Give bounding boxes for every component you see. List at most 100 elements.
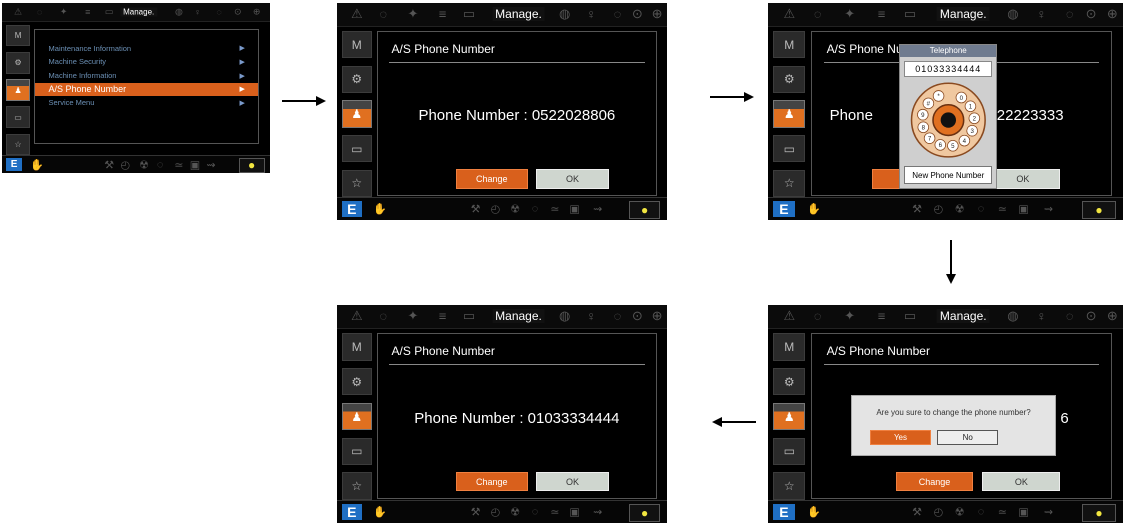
engine-icon: ◌ bbox=[813, 6, 822, 22]
ok-button[interactable]: OK bbox=[536, 471, 609, 492]
top-status-bar: ⚠ ◌ ✦ ≡ ▭ Manage. ◍ ♀ ◌ ⊙ ⊕ bbox=[2, 3, 270, 22]
light-icon: ✦ bbox=[407, 308, 419, 324]
gauge-icon: ◍ bbox=[1007, 308, 1019, 324]
brake-icon: ⊙ bbox=[234, 6, 242, 17]
fuel-icon: ▣ bbox=[569, 203, 580, 216]
sidebar-manage-button[interactable]: ♟ bbox=[773, 402, 806, 431]
sidebar-display-button[interactable]: ▭ bbox=[341, 135, 372, 163]
page-title: A/S Phone Number bbox=[391, 344, 495, 359]
oil-icon: ≃ bbox=[997, 203, 1007, 216]
sidebar-display-button[interactable]: ▭ bbox=[341, 437, 372, 466]
rotary-dial[interactable]: 0123456789#* bbox=[910, 80, 987, 160]
battery-icon: ▭ bbox=[903, 308, 917, 324]
change-button[interactable]: Change bbox=[455, 471, 528, 492]
sidebar-settings-button[interactable]: ⚙ bbox=[773, 368, 806, 396]
title-divider bbox=[388, 363, 645, 365]
hydraulic-icon: ☢ bbox=[139, 159, 149, 171]
turtle-icon[interactable]: ● bbox=[238, 158, 265, 173]
sidebar-display-button[interactable]: ▭ bbox=[6, 106, 31, 128]
sidebar-favorite-button[interactable]: ☆ bbox=[773, 472, 806, 500]
yes-button[interactable]: Yes bbox=[869, 430, 932, 446]
warning-icon: ⚠ bbox=[783, 6, 796, 22]
sidebar-mode-button[interactable]: M bbox=[6, 25, 31, 47]
turtle-icon[interactable]: ● bbox=[1081, 200, 1116, 220]
sidebar-mode-button[interactable]: M bbox=[341, 31, 372, 59]
phone-panel: A/S Phone Number Phone Number : 05220288… bbox=[376, 31, 658, 197]
bottom-bar: E ✋ ⚒ ◴ ☢ ◌ ≃ ▣ ⇝ ● bbox=[2, 155, 270, 173]
confirm-dialog: Are you sure to change the phone number?… bbox=[850, 394, 1057, 456]
confirm-question: Are you sure to change the phone number? bbox=[876, 407, 1031, 417]
title-divider bbox=[823, 363, 1100, 365]
change-button[interactable]: Change bbox=[455, 169, 528, 189]
menu-item-maintenance[interactable]: Maintenance Information ▶ bbox=[35, 42, 258, 55]
dial-digit-label: 5 bbox=[951, 143, 955, 150]
bottom-bar: E ✋ ⚒ ◴ ☢ ◌ ≃ ▣ ⇝ ● bbox=[337, 197, 667, 220]
ok-button[interactable]: OK bbox=[982, 471, 1061, 492]
turtle-icon[interactable]: ● bbox=[628, 200, 661, 220]
boom-icon: ⚒ bbox=[470, 203, 481, 216]
dial-digit-label: 6 bbox=[938, 142, 942, 149]
menu-item-service[interactable]: Service Menu ▶ bbox=[35, 97, 258, 110]
sidebar-manage-button[interactable]: ♟ bbox=[341, 100, 372, 128]
sidebar-mode-button[interactable]: M bbox=[341, 333, 372, 361]
boom-icon: ⚒ bbox=[912, 203, 923, 216]
fuel-icon: ◌ bbox=[613, 6, 622, 22]
brake-icon: ⊙ bbox=[1085, 308, 1097, 324]
sidebar-favorite-button[interactable]: ☆ bbox=[6, 133, 31, 155]
sidebar-mode-button[interactable]: M bbox=[773, 31, 806, 59]
chevron-right-icon: ▶ bbox=[239, 72, 245, 80]
sidebar-favorite-button[interactable]: ☆ bbox=[341, 472, 372, 500]
menu-item-security[interactable]: Machine Security ▶ bbox=[35, 56, 258, 69]
gauge-icon: ◍ bbox=[1007, 6, 1019, 22]
turtle-icon[interactable]: ● bbox=[628, 503, 661, 523]
no-button[interactable]: No bbox=[937, 430, 999, 446]
hydraulic-icon: ☢ bbox=[954, 506, 965, 519]
dial-digit-label: 9 bbox=[921, 112, 925, 119]
temp-icon: ♀ bbox=[1036, 6, 1047, 22]
ok-button[interactable]: OK bbox=[536, 169, 609, 189]
sidebar-display-button[interactable]: ▭ bbox=[773, 437, 806, 466]
screen-menu: ⚠ ◌ ✦ ≡ ▭ Manage. ◍ ♀ ◌ ⊙ ⊕ M ⚙ ♟ ▭ ☆ Ma… bbox=[2, 3, 270, 173]
phone-entry-field[interactable]: 01033334444 bbox=[904, 60, 993, 78]
light-icon: ✦ bbox=[844, 6, 856, 22]
sidebar-favorite-button[interactable]: ☆ bbox=[773, 169, 806, 197]
mode-logo: E bbox=[341, 503, 362, 521]
hand-icon: ✋ bbox=[373, 203, 387, 216]
warning-icon: ⚠ bbox=[783, 308, 796, 324]
sidebar-manage-button[interactable]: ♟ bbox=[341, 402, 372, 431]
dial-digit-label: 8 bbox=[921, 124, 925, 131]
screen-telephone-popup: ⚠ ◌ ✦ ≡ ▭ Manage. ◍ ♀ ◌ ⊙ ⊕ M ⚙ ♟ ▭ ☆ A/… bbox=[768, 3, 1123, 220]
timer-icon: ◴ bbox=[490, 203, 501, 216]
manage-menu: Maintenance Information ▶ Machine Securit… bbox=[34, 28, 260, 145]
hydraulic-icon: ⊕ bbox=[651, 6, 663, 22]
top-status-bar: ⚠ ◌ ✦ ≡ ▭ Manage. ◍ ♀ ◌ ⊙ ⊕ bbox=[768, 305, 1123, 329]
dial-digit-label: 0 bbox=[960, 94, 964, 101]
light-icon: ✦ bbox=[844, 308, 856, 324]
new-phone-number-button[interactable]: New Phone Number bbox=[904, 166, 993, 185]
change-button[interactable]: Change bbox=[895, 471, 974, 492]
sidebar-favorite-button[interactable]: ☆ bbox=[341, 169, 372, 197]
sidebar-settings-button[interactable]: ⚙ bbox=[773, 65, 806, 94]
fuel-icon: ◌ bbox=[1065, 308, 1074, 324]
sidebar-display-button[interactable]: ▭ bbox=[773, 135, 806, 163]
brake-icon: ⊙ bbox=[631, 308, 643, 324]
oil-icon: ≡ bbox=[877, 6, 886, 22]
turtle-icon[interactable]: ● bbox=[1081, 503, 1116, 523]
hand-icon: ✋ bbox=[807, 203, 821, 216]
screen-confirm-change: ⚠ ◌ ✦ ≡ ▭ Manage. ◍ ♀ ◌ ⊙ ⊕ M ⚙ ♟ ▭ ☆ A/… bbox=[768, 305, 1123, 523]
sidebar-settings-button[interactable]: ⚙ bbox=[341, 368, 372, 396]
fuel-icon: ◌ bbox=[1065, 6, 1074, 22]
menu-item-machine-info[interactable]: Machine Information ▶ bbox=[35, 69, 258, 82]
hydraulic-icon: ☢ bbox=[510, 506, 521, 519]
sidebar-manage-button[interactable]: ♟ bbox=[6, 79, 31, 101]
phone-number-text-right: 022223333 bbox=[988, 107, 1064, 125]
arrow-right-icon bbox=[282, 96, 326, 106]
sidebar-manage-button[interactable]: ♟ bbox=[773, 100, 806, 128]
menu-item-as-phone[interactable]: A/S Phone Number ▶ bbox=[35, 83, 259, 96]
sidebar-settings-button[interactable]: ⚙ bbox=[341, 65, 372, 94]
power-icon: ⇝ bbox=[206, 159, 216, 171]
sidebar-settings-button[interactable]: ⚙ bbox=[6, 52, 31, 74]
sidebar-mode-button[interactable]: M bbox=[773, 333, 806, 361]
oil-icon: ≃ bbox=[997, 506, 1007, 519]
hand-icon: ✋ bbox=[807, 506, 821, 519]
